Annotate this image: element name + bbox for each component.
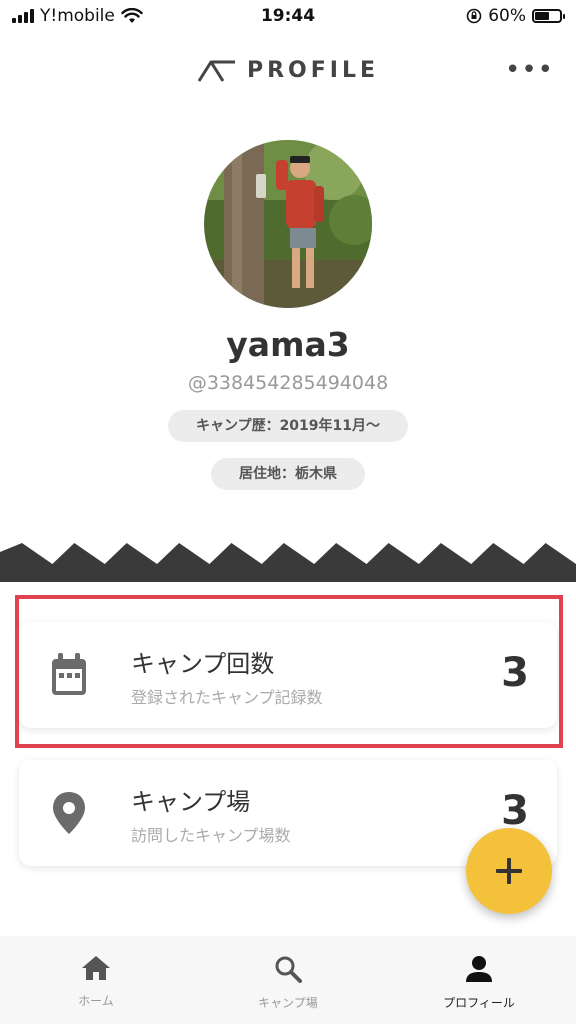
highlight-box: [15, 595, 563, 748]
profile-name: yama3: [226, 325, 350, 364]
header: PROFILE: [0, 58, 576, 83]
tab-label: プロフィール: [443, 996, 515, 1010]
tab-label: ホーム: [78, 994, 114, 1008]
tab-label: キャンプ場: [258, 996, 318, 1010]
tent-logo-icon: [197, 60, 235, 82]
status-bar: Y!mobile 19:44 60%: [0, 0, 576, 34]
tab-campsite-search[interactable]: キャンプ場: [213, 954, 363, 1011]
card-subtitle: 訪問したキャンプ場数: [131, 826, 291, 845]
camp-history-chip: キャンプ歴：2019年11月〜: [168, 410, 408, 442]
tab-profile[interactable]: プロフィール: [404, 954, 554, 1011]
avatar-photo: [204, 140, 372, 308]
search-icon: [275, 956, 302, 983]
more-options-button[interactable]: •••: [505, 57, 554, 83]
location-pin-icon: [53, 792, 85, 834]
more-horizontal-icon: •••: [504, 55, 554, 85]
home-icon: [82, 956, 110, 980]
avatar: [204, 140, 372, 308]
residence-chip: 居住地：栃木県: [211, 458, 365, 490]
page-title: PROFILE: [246, 58, 380, 83]
battery-icon: [532, 9, 565, 23]
profile-handle: @338454285494048: [187, 372, 389, 394]
plus-icon: [496, 858, 522, 884]
add-button[interactable]: [466, 828, 552, 914]
person-icon: [466, 956, 492, 982]
battery-percent: 60%: [488, 6, 526, 26]
status-right: 60%: [466, 6, 565, 26]
zigzag-divider: [0, 543, 576, 582]
orientation-lock-icon: [466, 8, 482, 24]
card-title: キャンプ場: [131, 788, 251, 816]
tab-home[interactable]: ホーム: [21, 954, 171, 1009]
tab-bar: ホーム キャンプ場 プロフィール: [0, 936, 576, 1024]
